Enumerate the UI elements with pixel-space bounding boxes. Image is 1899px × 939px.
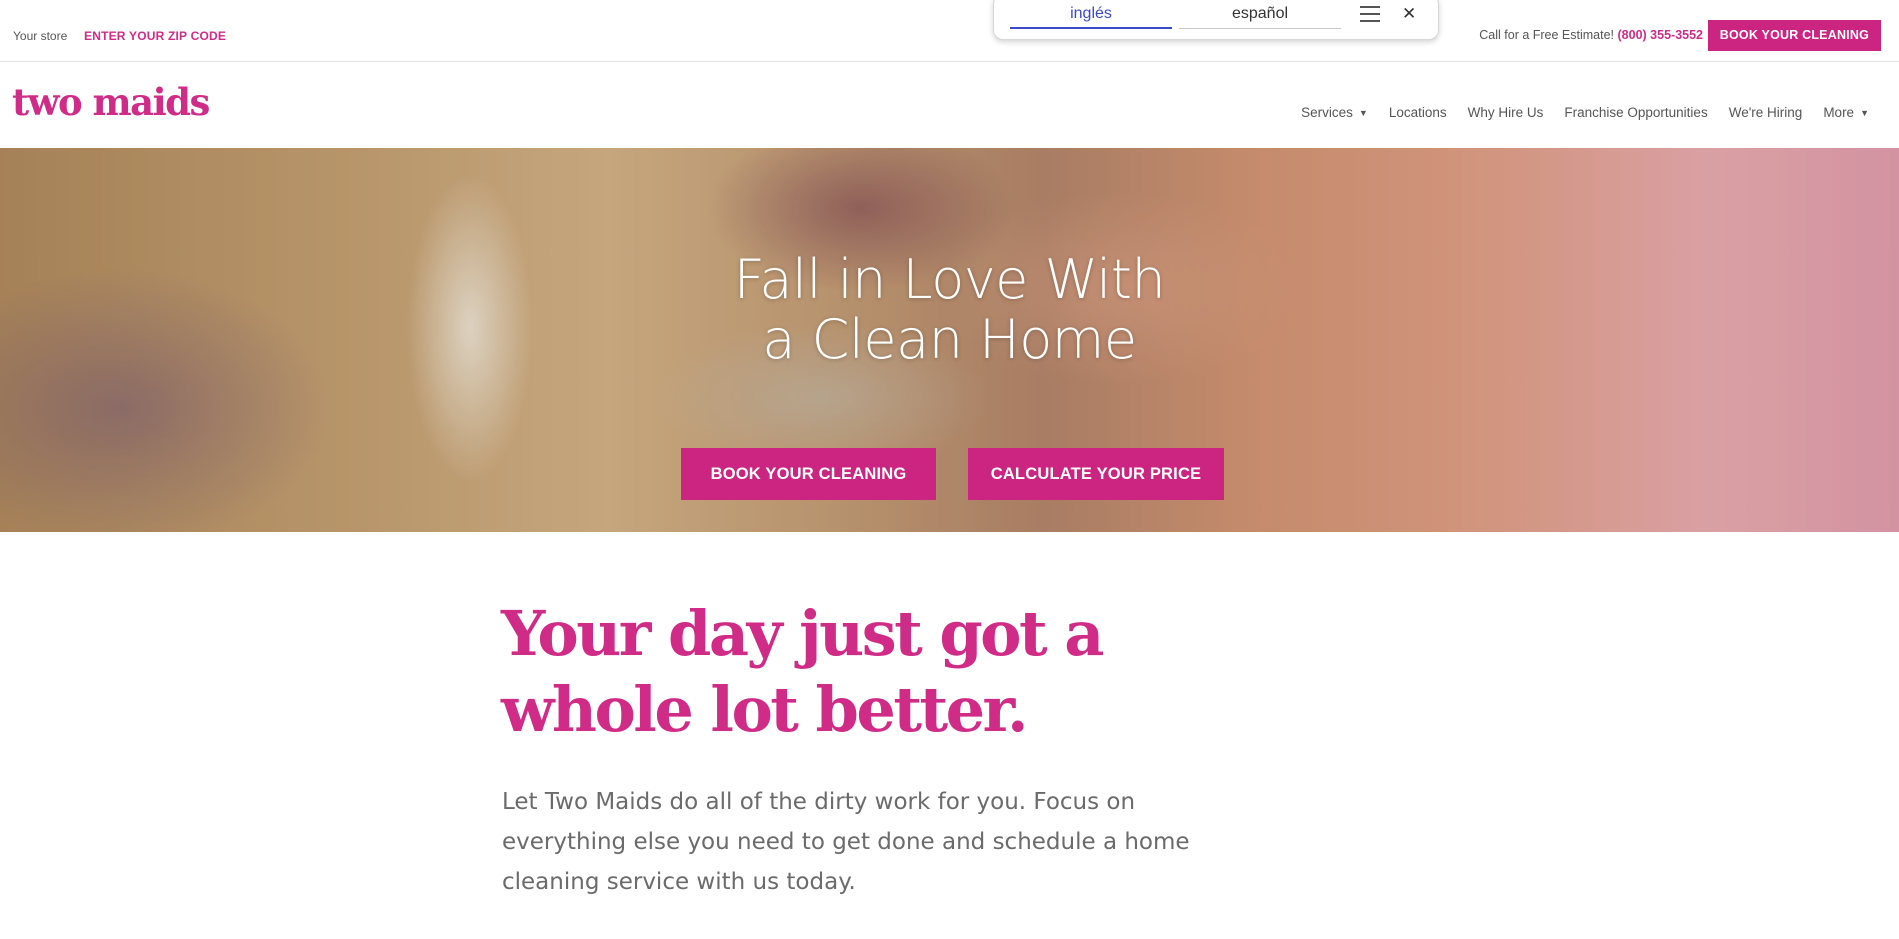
nav-item-why-hire-us[interactable]: Why Hire Us <box>1468 105 1544 120</box>
nav-menu: Services ▼ Locations Why Hire Us Franchis… <box>1301 105 1869 120</box>
nav-item-label: We're Hiring <box>1728 105 1803 120</box>
phone-link[interactable]: (800) 355-3552 <box>1618 28 1703 42</box>
estimate-text: Call for a Free Estimate! <box>1479 28 1615 42</box>
language-option-english[interactable]: inglés <box>1010 5 1172 29</box>
nav-item-label: More <box>1823 105 1855 120</box>
nav-item-services[interactable]: Services ▼ <box>1301 105 1368 120</box>
nav-item-label: Locations <box>1388 105 1447 120</box>
nav-item-locations[interactable]: Locations <box>1389 105 1447 120</box>
intro-headline: Your day just got a whole lot better. <box>501 596 1104 748</box>
caret-down-icon: ▼ <box>1860 108 1869 118</box>
hero-book-cleaning-button[interactable]: BOOK YOUR CLEANING <box>681 448 936 500</box>
translate-widget: inglés español ✕ <box>993 0 1439 40</box>
headline-line-1: Your day just got a <box>501 597 1104 670</box>
store-label: Your store <box>13 29 68 43</box>
nav-item-label: Services <box>1301 105 1353 120</box>
enter-zip-link[interactable]: ENTER YOUR ZIP CODE <box>84 29 226 43</box>
hero-title-line-2: a Clean Home <box>762 308 1137 371</box>
free-estimate: Call for a Free Estimate! (800) 355-3552 <box>1479 28 1703 42</box>
main-navigation: two maids Services ▼ Locations Why Hire U… <box>0 62 1899 148</box>
nav-item-more[interactable]: More ▼ <box>1823 105 1869 120</box>
nav-item-label: Why Hire Us <box>1467 105 1544 120</box>
hero-title-line-1: Fall in Love With <box>733 248 1166 311</box>
nav-item-label: Franchise Opportunities <box>1564 105 1708 120</box>
nav-item-franchise[interactable]: Franchise Opportunities <box>1564 105 1707 120</box>
intro-paragraph: Let Two Maids do all of the dirty work f… <box>502 789 1190 895</box>
hero-title: Fall in Love With a Clean Home <box>0 250 1899 370</box>
headline-line-2: whole lot better. <box>501 673 1029 746</box>
close-icon[interactable]: ✕ <box>1402 4 1416 24</box>
caret-down-icon: ▼ <box>1358 108 1368 118</box>
nav-item-hiring[interactable]: We're Hiring <box>1729 105 1803 120</box>
two-maids-logo[interactable]: two maids <box>12 80 210 124</box>
top-utility-bar: Your store ENTER YOUR ZIP CODE Call for … <box>0 0 1899 62</box>
calculate-price-button[interactable]: CALCULATE YOUR PRICE <box>968 448 1224 500</box>
header-book-cleaning-button[interactable]: BOOK YOUR CLEANING <box>1707 20 1881 51</box>
hamburger-icon[interactable] <box>1360 6 1380 24</box>
hero-banner: Fall in Love With a Clean Home BOOK YOUR… <box>0 148 1899 532</box>
language-option-spanish[interactable]: español <box>1179 5 1341 29</box>
